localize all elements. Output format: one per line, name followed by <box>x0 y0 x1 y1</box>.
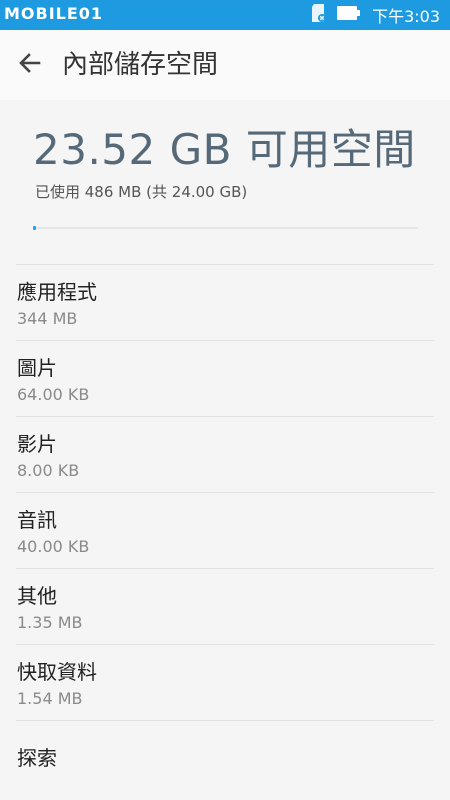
list-item-videos[interactable]: 影片 8.00 KB <box>16 416 434 492</box>
item-size: 40.00 KB <box>17 537 90 556</box>
app-toolbar: 內部儲存空間 <box>0 30 450 100</box>
item-label: 音訊 <box>17 508 57 532</box>
storage-usage-bar <box>33 226 418 230</box>
item-label: 應用程式 <box>17 280 97 304</box>
list-item-cached-data[interactable]: 快取資料 1.54 MB <box>16 644 434 720</box>
free-space-text: 23.52 GB 可用空間 <box>33 125 416 174</box>
item-size: 344 MB <box>17 309 78 328</box>
status-bar: MOBILE01 下午3:03 <box>0 0 450 30</box>
item-size: 64.00 KB <box>17 385 90 404</box>
item-size: 8.00 KB <box>17 461 80 480</box>
item-label: 影片 <box>17 432 57 456</box>
battery-icon <box>336 5 362 25</box>
storage-summary: 23.52 GB 可用空間 已使用 486 MB (共 24.00 GB) <box>0 100 450 264</box>
list-item-explore[interactable]: 探索 <box>16 720 434 796</box>
storage-category-list: 應用程式 344 MB 圖片 64.00 KB 影片 8.00 KB 音訊 40… <box>16 264 434 796</box>
item-size: 1.54 MB <box>17 689 83 708</box>
list-item-apps[interactable]: 應用程式 344 MB <box>16 264 434 340</box>
watermark-logo: MOBILE01 <box>4 2 103 26</box>
back-button[interactable] <box>14 49 46 81</box>
storage-usage-fill <box>33 226 36 230</box>
used-space-text: 已使用 486 MB (共 24.00 GB) <box>35 183 248 201</box>
status-icons: 下午3:03 <box>310 0 440 30</box>
status-time: 下午3:03 <box>372 7 440 26</box>
list-item-audio[interactable]: 音訊 40.00 KB <box>16 492 434 568</box>
item-size: 1.35 MB <box>17 613 83 632</box>
item-label: 探索 <box>17 746 57 770</box>
list-item-other[interactable]: 其他 1.35 MB <box>16 568 434 644</box>
watermark-text: MOBILE01 <box>4 4 104 23</box>
list-item-pictures[interactable]: 圖片 64.00 KB <box>16 340 434 416</box>
item-label: 快取資料 <box>17 660 97 684</box>
page-title: 內部儲存空間 <box>62 50 219 80</box>
item-label: 圖片 <box>17 356 57 380</box>
arrow-left-icon <box>17 50 43 80</box>
item-label: 其他 <box>17 584 57 608</box>
sd-card-icon <box>310 3 327 27</box>
